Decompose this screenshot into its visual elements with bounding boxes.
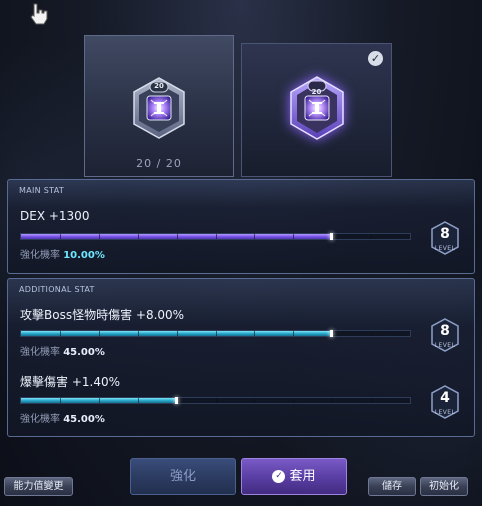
item-gem-glow-icon — [289, 76, 344, 140]
main-stat-name: DEX +1300 — [20, 209, 90, 223]
progress-tip — [174, 397, 178, 404]
progress-segment-divider — [98, 234, 100, 239]
rate-value: 45.00% — [63, 414, 105, 425]
hand-cursor-icon — [30, 3, 48, 25]
additional-stat-title: ADDITIONAL STAT — [19, 285, 95, 294]
rate-label: 強化機率 — [20, 347, 60, 358]
progress-segment-divider — [332, 398, 334, 403]
progress-segment-divider — [59, 234, 61, 239]
additional-stat-progress-bar — [20, 397, 411, 404]
rate-value: 10.00% — [63, 250, 105, 261]
main-stat-rate: 強化機率 10.00% — [20, 246, 105, 261]
progress-segment-divider — [137, 331, 139, 336]
change-stat-button[interactable]: 能力值變更 — [4, 477, 73, 496]
item-counter: 20 / 20 — [136, 157, 182, 170]
additional-stat-name: 爆擊傷害 +1.40% — [20, 375, 120, 389]
progress-segment-divider — [254, 398, 256, 403]
additional-stat-rate: 強化機率 45.00% — [20, 343, 105, 358]
progress-segment-divider — [254, 234, 256, 239]
level-number: 4 — [440, 390, 450, 406]
progress-segment-divider — [176, 331, 178, 336]
progress-segment-divider — [59, 398, 61, 403]
additional-stat-level-badge: 8 LEVEL — [430, 318, 460, 352]
upgrade-button[interactable]: 強化 — [130, 458, 236, 495]
progress-tip — [330, 330, 334, 337]
additional-stat-level-badge: 4 LEVEL — [430, 385, 460, 419]
progress-segment-divider — [137, 398, 139, 403]
progress-segment-divider — [98, 398, 100, 403]
progress-segment-divider — [176, 234, 178, 239]
progress-segment-divider — [371, 331, 373, 336]
current-item-card[interactable]: 20 20 / 20 — [84, 35, 234, 177]
progress-segment-divider — [371, 398, 373, 403]
progress-segment-divider — [98, 331, 100, 336]
level-caption: LEVEL — [434, 409, 456, 416]
progress-tip — [330, 233, 334, 240]
additional-stat-progress-bar — [20, 330, 411, 337]
progress-segment-divider — [215, 331, 217, 336]
level-caption: LEVEL — [434, 245, 456, 252]
rate-value: 45.00% — [63, 347, 105, 358]
progress-segment-divider — [254, 331, 256, 336]
progress-segment-divider — [293, 398, 295, 403]
main-stat-progress-bar — [20, 233, 411, 240]
level-number: 8 — [440, 226, 450, 242]
main-stat-panel: MAIN STAT DEX +1300 強化機率 10.00% 8 LEVEL — [7, 179, 475, 274]
apply-button[interactable]: ✓ 套用 — [241, 458, 347, 495]
additional-stat-rate: 強化機率 45.00% — [20, 410, 105, 425]
additional-stat-name: 攻擊Boss怪物時傷害 +8.00% — [20, 308, 185, 322]
result-item-card[interactable]: ✓ 20 — [241, 43, 392, 177]
progress-segment-divider — [293, 331, 295, 336]
additional-stat-panel: ADDITIONAL STAT 攻擊Boss怪物時傷害 +8.00% 強化機率 … — [7, 278, 475, 437]
main-stat-level-badge: 8 LEVEL — [430, 221, 460, 255]
rate-label: 強化機率 — [20, 414, 60, 425]
progress-segment-divider — [371, 234, 373, 239]
reset-button[interactable]: 初始化 — [420, 477, 468, 496]
check-icon: ✓ — [368, 51, 383, 66]
rate-label: 強化機率 — [20, 250, 60, 261]
progress-segment-divider — [59, 331, 61, 336]
check-circle-icon: ✓ — [272, 470, 286, 483]
progress-segment-divider — [215, 234, 217, 239]
level-number: 8 — [440, 323, 450, 339]
save-button[interactable]: 儲存 — [368, 477, 416, 496]
main-stat-title: MAIN STAT — [19, 186, 65, 195]
level-caption: LEVEL — [434, 342, 456, 349]
progress-segment-divider — [293, 234, 295, 239]
apply-label: 套用 — [289, 469, 316, 484]
progress-segment-divider — [215, 398, 217, 403]
gem-level-badge: 20 — [311, 88, 322, 96]
progress-segment-divider — [137, 234, 139, 239]
gem-level-badge: 20 — [154, 82, 164, 90]
